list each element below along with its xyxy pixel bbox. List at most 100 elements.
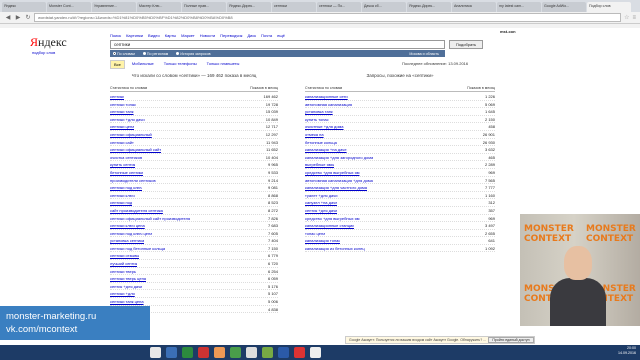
keyword-link[interactable]: септики топас [110, 101, 136, 108]
option-history[interactable]: История запросов [176, 51, 211, 56]
keyword-link[interactable]: средство +для выгребных ям [305, 215, 360, 222]
service-link[interactable]: Картинки [126, 33, 143, 38]
keyword-link[interactable]: бетонные кольца [305, 139, 337, 146]
keyword-link[interactable]: септики танк [110, 108, 134, 115]
keyword-link[interactable]: канализация +для загородного дома [305, 154, 373, 161]
bookmark-star-icon[interactable]: ☆ [624, 14, 629, 21]
keyword-link[interactable]: септики танк цена [110, 298, 144, 305]
keyword-link[interactable]: септики под ключ [110, 184, 142, 191]
service-link[interactable]: Видео [148, 33, 160, 38]
keyword-link[interactable]: очистные +для дома [305, 123, 344, 130]
browser-tab[interactable]: Мастер Клю... [137, 2, 181, 12]
browser-tab[interactable]: Аналитика [452, 2, 496, 12]
keyword-link[interactable]: септики под бетонные кольца [110, 245, 165, 252]
skype-icon[interactable] [278, 347, 289, 358]
keyword-link[interactable]: производители септиков [110, 177, 156, 184]
service-link[interactable]: Маркет [181, 33, 195, 38]
tab-mobile[interactable]: Мобильные [129, 60, 157, 69]
keyword-link[interactable]: автономная канализация +для дома [305, 177, 373, 184]
keyword-link[interactable]: средство +для выгребных ям [305, 169, 360, 176]
browser-tab[interactable]: Яндекс [2, 2, 46, 12]
keyword-link[interactable]: септики официальный сайт производителя [110, 215, 190, 222]
keyword-link[interactable]: автономная канализация [305, 101, 352, 108]
browser-tab[interactable]: my latest cam... [497, 2, 541, 12]
keyword-link[interactable]: очистка септиков [110, 154, 142, 161]
keyword-link[interactable]: септики официальный сайт [110, 146, 161, 153]
app-icon[interactable] [262, 347, 273, 358]
word-icon[interactable] [166, 347, 177, 358]
service-link[interactable]: Карты [165, 33, 176, 38]
browser-tab[interactable]: септики [272, 2, 316, 12]
keyword-link[interactable]: канализация из бетонных колец [305, 245, 365, 252]
record-icon[interactable] [294, 347, 305, 358]
back-icon[interactable]: ◀ [4, 14, 12, 22]
keyword-link[interactable]: септики сайт [110, 139, 134, 146]
chrome-icon[interactable] [230, 347, 241, 358]
service-link[interactable]: Почта [261, 33, 272, 38]
browser-tab[interactable]: Управление... [92, 2, 136, 12]
browser-tab[interactable]: септики — По... [317, 2, 361, 12]
keyword-link[interactable]: септики отзывы [110, 252, 139, 259]
keyword-link[interactable]: септики +для [110, 290, 135, 297]
keyword-link[interactable]: установка танк [305, 108, 333, 115]
keyword-link[interactable]: септик +для дачи [305, 207, 337, 214]
keyword-link[interactable]: септики [110, 93, 124, 100]
keyword-link[interactable]: септики ключ [110, 192, 135, 199]
option-by-words[interactable]: По словам [113, 51, 135, 56]
address-bar[interactable]: wordstat.yandex.ru/#!/?regions=1&words=%… [34, 13, 622, 22]
keyword-link[interactable]: септики тверь цена [110, 275, 146, 282]
option-by-regions[interactable]: По регионам [142, 51, 168, 56]
forward-icon[interactable]: ▶ [14, 14, 22, 22]
keyword-link[interactable]: септики под [110, 199, 132, 206]
user-login[interactable]: mst-con [500, 29, 516, 34]
keyword-link[interactable]: септики официальный [110, 131, 152, 138]
browser-tab[interactable]: Яндекс.Дирек... [407, 2, 451, 12]
keyword-link[interactable]: купить топас [305, 116, 329, 123]
service-link[interactable]: Диск [247, 33, 256, 38]
browser-tab[interactable]: Дачка сб... [362, 2, 406, 12]
browser-tab[interactable]: Полные прав... [182, 2, 226, 12]
app-icon[interactable] [310, 347, 321, 358]
keyword-link[interactable]: купить септик [110, 161, 135, 168]
keyword-link[interactable]: туалет +для дачи [305, 192, 338, 199]
keyword-link[interactable]: канализация +на даче [305, 146, 347, 153]
keyword-link[interactable]: септики ключ цена [110, 222, 145, 229]
keyword-link[interactable]: канализация топас [305, 237, 340, 244]
browser-tab[interactable]: Google AdWo... [542, 2, 586, 12]
yandex-logo[interactable]: Яндекс [30, 35, 67, 50]
keyword-link[interactable]: канализация +для частного дома [305, 184, 367, 191]
browser-tab[interactable]: Monster Cont... [47, 2, 91, 12]
keyword-link[interactable]: выгребные ямы [305, 161, 334, 168]
menu-icon[interactable]: ≡ [632, 15, 636, 21]
keyword-link[interactable]: установка септика [110, 237, 144, 244]
tab-tablets[interactable]: Только планшеты [204, 60, 243, 69]
excel-icon[interactable] [182, 347, 193, 358]
keyword-link[interactable]: септики цена [110, 123, 134, 130]
keyword-link[interactable]: топас цена [305, 230, 325, 237]
reload-icon[interactable]: ↻ [24, 14, 32, 22]
tab-all[interactable]: Все [110, 60, 125, 69]
firefox-icon[interactable] [214, 347, 225, 358]
search-input[interactable]: септики [110, 40, 445, 49]
app-icon[interactable] [246, 347, 257, 358]
keyword-link[interactable]: септики +для дачи [110, 116, 145, 123]
logo-subtitle[interactable]: подбор слов [32, 50, 55, 55]
keyword-link[interactable]: септики под ключ цена [110, 230, 152, 237]
service-link[interactable]: Переводчик [220, 33, 242, 38]
region-selector[interactable]: Москва и область [409, 52, 445, 56]
keyword-link[interactable]: санузел +на даче [305, 199, 337, 206]
keyword-link[interactable]: сайт производителя септика [110, 207, 163, 214]
service-link[interactable]: Поиск [110, 33, 121, 38]
tab-phones[interactable]: Только телефоны [161, 60, 200, 69]
browser-tab[interactable]: Подбор слов [587, 2, 631, 12]
keyword-link[interactable]: септики тверь [110, 268, 136, 275]
keyword-link[interactable]: лучший септик [110, 260, 137, 267]
keyword-link[interactable]: септик +для дачи [110, 283, 142, 290]
keyword-link[interactable]: отмека на [305, 131, 324, 138]
service-link[interactable]: ещё [277, 33, 285, 38]
browser-tab[interactable]: Яндекс.Дирек... [227, 2, 271, 12]
keyword-link[interactable]: канализационные станции [305, 222, 354, 229]
notification-button[interactable]: Пройти единый доступ [488, 337, 534, 343]
service-link[interactable]: Новости [200, 33, 215, 38]
search-button[interactable]: Подобрать [449, 40, 483, 49]
